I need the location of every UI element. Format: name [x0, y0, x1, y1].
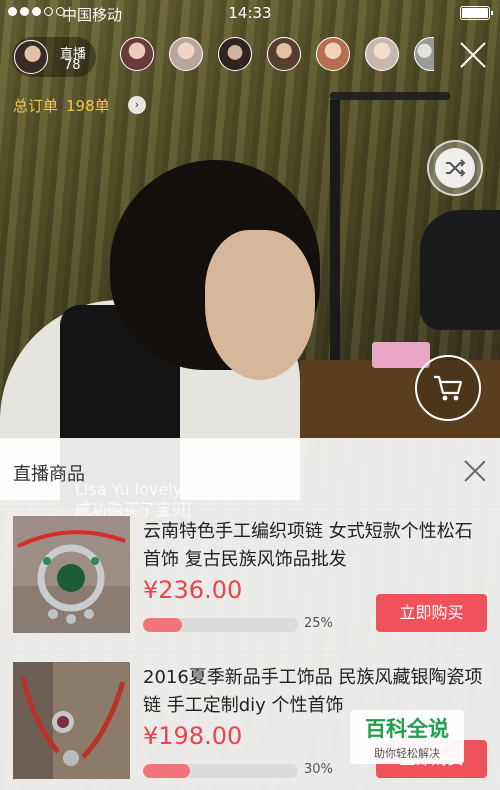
host-face — [205, 230, 315, 380]
cart-button[interactable] — [415, 355, 481, 421]
viewer-avatar[interactable] — [120, 37, 154, 71]
lamp-arm — [330, 92, 450, 100]
shuffle-icon — [435, 148, 475, 188]
viewer-avatar[interactable] — [218, 37, 252, 71]
viewer-avatar[interactable] — [267, 37, 301, 71]
lamp-shade — [420, 210, 500, 330]
product-price: ¥236.00 — [143, 576, 243, 604]
viewer-avatar[interactable] — [169, 37, 203, 71]
product-image[interactable] — [13, 516, 130, 633]
viewer-avatar[interactable] — [316, 37, 350, 71]
viewer-count: 78 — [64, 58, 81, 73]
sales-progress-label: 30% — [304, 762, 333, 777]
watermark-logo: 百科全说 助你轻松解决 — [350, 710, 464, 764]
total-orders-count: 198单 — [66, 97, 110, 115]
chat-user: Lisa Yu lovely: — [75, 480, 187, 499]
pink-box — [372, 342, 430, 368]
clock: 14:33 — [228, 4, 272, 22]
divider — [0, 506, 500, 507]
viewer-avatar[interactable] — [414, 37, 434, 71]
sales-progress-fill — [143, 764, 190, 778]
cart-icon — [434, 375, 463, 401]
sales-progress-bar — [143, 764, 298, 778]
viewer-avatars — [120, 37, 434, 71]
sales-progress-fill — [143, 618, 182, 632]
buy-now-button[interactable]: 立即购买 — [376, 594, 487, 632]
watermark-title: 百科全说 — [365, 717, 449, 741]
viewer-avatar[interactable] — [365, 37, 399, 71]
total-orders-label: 总订单 — [13, 97, 59, 115]
host-avatar[interactable] — [14, 40, 48, 74]
product-price: ¥198.00 — [143, 722, 243, 750]
total-orders: 总订单 198单 — [13, 95, 110, 116]
product-item[interactable]: 云南特色手工编织项链 女式短款个性松石首饰 复古民族风饰品批发 ¥236.00 … — [0, 506, 500, 646]
watermark-subtitle: 助你轻松解决 — [374, 747, 440, 760]
sales-progress-label: 25% — [304, 616, 333, 631]
chevron-right-icon[interactable]: › — [128, 96, 146, 114]
shuffle-button[interactable] — [427, 140, 483, 196]
product-name[interactable]: 云南特色手工编织项链 女式短款个性松石首饰 复古民族风饰品批发 — [143, 518, 488, 574]
host-chip[interactable]: 直播 78 — [12, 37, 96, 77]
status-bar: 中国移动 14:33 — [0, 0, 500, 26]
battery-icon — [460, 6, 493, 20]
sales-progress-bar — [143, 618, 298, 632]
product-image[interactable] — [13, 662, 130, 779]
divider — [0, 652, 500, 653]
lamp-pole — [330, 100, 340, 400]
close-live-button[interactable] — [458, 40, 488, 70]
sheet-close-button[interactable] — [464, 460, 486, 482]
